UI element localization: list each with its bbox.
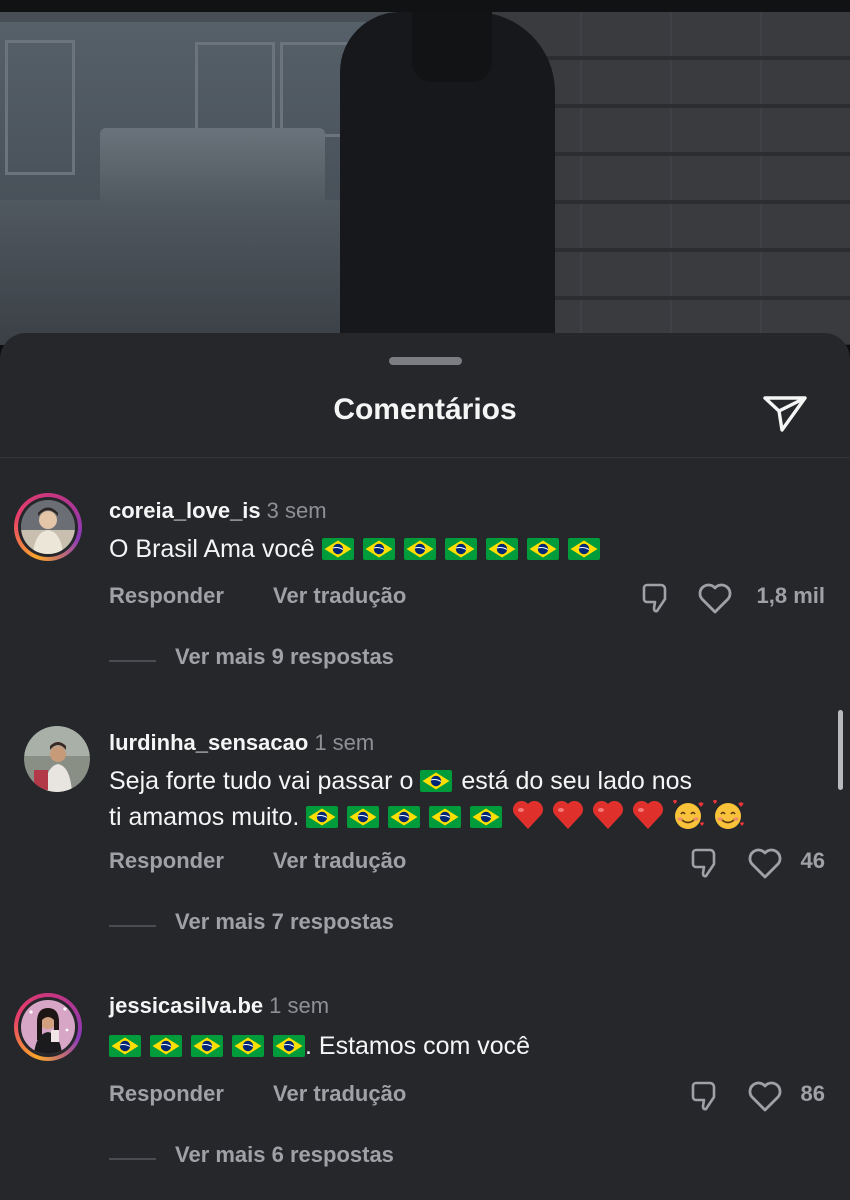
brazil-flag-emoji	[420, 770, 453, 792]
send-icon	[763, 396, 807, 432]
comment-time: 3 sem	[266, 498, 327, 523]
header-divider	[0, 457, 850, 458]
comment-username[interactable]: coreia_love_is 3 sem	[109, 498, 327, 524]
avatar-story-ring[interactable]	[14, 993, 82, 1061]
comment-actions: Responder Ver tradução 46	[109, 846, 829, 880]
view-more-replies-label: Ver mais 9 respostas	[175, 644, 394, 669]
comment-actions: Responder Ver tradução 1,8 mil	[109, 581, 829, 615]
comment-text: Seja forte tudo vai passar o está do seu…	[109, 764, 829, 834]
like-heart-icon[interactable]	[747, 846, 783, 880]
brazil-flag-emoji	[306, 806, 339, 828]
brazil-flag-emoji	[109, 1035, 141, 1057]
flag-emoji-group	[306, 803, 511, 831]
sheet-title: Comentários	[333, 393, 517, 426]
like-count: 1,8 mil	[756, 583, 825, 608]
avatar[interactable]	[24, 726, 90, 792]
replies-divider-line	[109, 925, 156, 927]
comments-sheet: Comentários coreia_love_is 3 sem O Brasi…	[0, 333, 850, 1200]
view-more-replies-label: Ver mais 7 respostas	[175, 909, 394, 934]
brazil-flag-emoji	[429, 806, 462, 828]
photo-table	[100, 128, 325, 208]
brazil-flag-emoji	[347, 806, 380, 828]
brazil-flag-emoji	[470, 806, 503, 828]
brazil-flag-emoji	[485, 538, 518, 560]
brazil-flag-emoji	[191, 1035, 223, 1057]
red-heart-emoji	[553, 800, 584, 829]
status-bar-strip	[0, 0, 850, 12]
reply-button[interactable]: Responder	[109, 583, 224, 609]
reply-button[interactable]: Responder	[109, 848, 224, 874]
see-translation-button[interactable]: Ver tradução	[273, 583, 406, 609]
dislike-icon[interactable]	[639, 581, 673, 615]
photo-person-collar	[412, 12, 492, 82]
view-more-replies-label: Ver mais 6 respostas	[175, 1142, 394, 1167]
avatar	[21, 1000, 75, 1054]
brazil-flag-emoji	[388, 806, 421, 828]
like-heart-icon[interactable]	[747, 1079, 783, 1113]
photo-window-frame	[195, 42, 275, 137]
flag-emoji-group	[321, 535, 609, 563]
smiling-face-with-hearts-emoji	[673, 799, 705, 829]
heart-emoji-group	[511, 800, 671, 831]
comment-time: 1 sem	[314, 730, 375, 755]
reply-button[interactable]: Responder	[109, 1081, 224, 1107]
see-translation-button[interactable]: Ver tradução	[273, 1081, 406, 1107]
red-heart-emoji	[593, 800, 624, 829]
brazil-flag-emoji	[150, 1035, 182, 1057]
dislike-icon[interactable]	[688, 1079, 722, 1113]
brazil-flag-emoji	[403, 538, 436, 560]
view-more-replies[interactable]: Ver mais 9 respostas	[109, 644, 609, 674]
share-button[interactable]	[760, 390, 810, 434]
flag-emoji-group	[109, 1032, 314, 1060]
brazil-flag-emoji	[273, 1035, 305, 1057]
red-heart-emoji	[633, 800, 664, 829]
photo-floor	[0, 200, 370, 345]
comment-text: . Estamos com você	[109, 1029, 829, 1063]
avatar	[21, 500, 75, 554]
comment-time: 1 sem	[269, 993, 330, 1018]
comment-text: O Brasil Ama você	[109, 532, 829, 566]
comment-actions: Responder Ver tradução 86	[109, 1079, 829, 1113]
like-count: 86	[800, 1081, 825, 1106]
photo-window-frame	[5, 40, 75, 175]
post-photo-background	[0, 0, 850, 345]
view-more-replies[interactable]: Ver mais 6 respostas	[109, 1142, 609, 1172]
scrollbar[interactable]	[838, 710, 843, 790]
replies-divider-line	[109, 1158, 156, 1160]
brazil-flag-emoji	[321, 538, 354, 560]
brazil-flag-emoji	[232, 1035, 264, 1057]
comment-username[interactable]: jessicasilva.be 1 sem	[109, 993, 329, 1019]
like-count: 46	[800, 848, 825, 873]
like-heart-icon[interactable]	[697, 581, 733, 615]
brazil-flag-emoji	[444, 538, 477, 560]
replies-divider-line	[109, 660, 156, 662]
comment-username[interactable]: lurdinha_sensacao 1 sem	[109, 730, 374, 756]
dislike-icon[interactable]	[688, 846, 722, 880]
flag-emoji	[420, 767, 461, 795]
red-heart-emoji	[513, 800, 544, 829]
brazil-flag-emoji	[362, 538, 395, 560]
sheet-drag-handle[interactable]	[389, 357, 462, 365]
brazil-flag-emoji	[567, 538, 600, 560]
avatar-story-ring[interactable]	[14, 493, 82, 561]
smiling-hearts-emoji-group	[671, 799, 751, 831]
view-more-replies[interactable]: Ver mais 7 respostas	[109, 909, 609, 939]
smiling-face-with-hearts-emoji	[713, 799, 745, 829]
brazil-flag-emoji	[526, 538, 559, 560]
see-translation-button[interactable]: Ver tradução	[273, 848, 406, 874]
